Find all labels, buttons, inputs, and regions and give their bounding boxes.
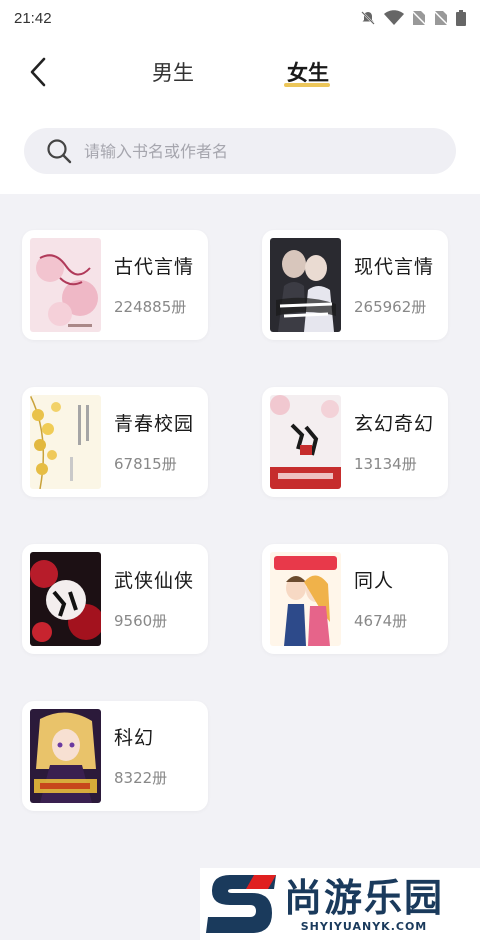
category-count: 265962册 — [354, 298, 427, 316]
category-card-modern-romance[interactable]: 现代言情 265962册 — [262, 230, 448, 340]
category-title: 玄幻奇幻 — [354, 413, 435, 435]
ginkgo-leaves-cover — [30, 395, 101, 489]
category-card-sci-fi[interactable]: 科幻 8322册 — [22, 701, 208, 811]
category-count: 67815册 — [114, 455, 177, 473]
tab-male[interactable]: 男生 — [149, 58, 197, 92]
wifi-icon — [384, 10, 404, 25]
category-title: 武侠仙侠 — [114, 570, 195, 592]
search-icon — [47, 139, 72, 164]
category-title: 同人 — [354, 570, 395, 592]
couple-dark-cover — [270, 238, 341, 332]
category-card-ancient-romance[interactable]: 古代言情 224885册 — [22, 230, 208, 340]
category-count: 4674册 — [354, 612, 408, 630]
category-count: 8322册 — [114, 769, 168, 787]
category-card-fantasy[interactable]: 玄幻奇幻 13134册 — [262, 387, 448, 497]
category-count: 13134册 — [354, 455, 417, 473]
status-time: 21:42 — [14, 9, 52, 27]
site-watermark: 尚游乐园 SHYIYUANYK.COM — [200, 868, 480, 940]
back-button[interactable] — [22, 54, 54, 90]
watermark-en: SHYIYUANYK.COM — [300, 919, 428, 933]
battery-icon — [456, 10, 466, 26]
category-title: 青春校园 — [114, 413, 195, 435]
watermark-cn: 尚游乐园 — [284, 875, 445, 920]
red-flower-cover — [30, 552, 101, 646]
no-sim-icon — [412, 10, 426, 26]
status-icons — [360, 10, 466, 26]
pink-blossom-cover — [30, 238, 101, 332]
header: 男生 女生 — [0, 36, 480, 194]
category-count: 9560册 — [114, 612, 168, 630]
active-tab-indicator — [284, 83, 330, 87]
category-card-fan-fiction[interactable]: 同人 4674册 — [262, 544, 448, 654]
category-title: 现代言情 — [354, 256, 435, 278]
anime-girl-cover — [30, 709, 101, 803]
search-bar[interactable] — [24, 128, 456, 174]
search-input[interactable] — [84, 141, 414, 161]
notifications-off-icon — [361, 11, 375, 25]
category-title: 科幻 — [114, 727, 155, 749]
status-bar: 21:42 — [0, 0, 480, 36]
red-ink-xian-cover — [270, 395, 341, 489]
no-sim-icon-2 — [434, 10, 448, 26]
anime-couple-cover — [270, 552, 341, 646]
category-count: 224885册 — [114, 298, 187, 316]
category-card-wuxia[interactable]: 武侠仙侠 9560册 — [22, 544, 208, 654]
chevron-left-icon — [30, 57, 46, 87]
category-title: 古代言情 — [114, 256, 195, 278]
s-logo-icon — [206, 875, 276, 933]
category-card-youth-campus[interactable]: 青春校园 67815册 — [22, 387, 208, 497]
